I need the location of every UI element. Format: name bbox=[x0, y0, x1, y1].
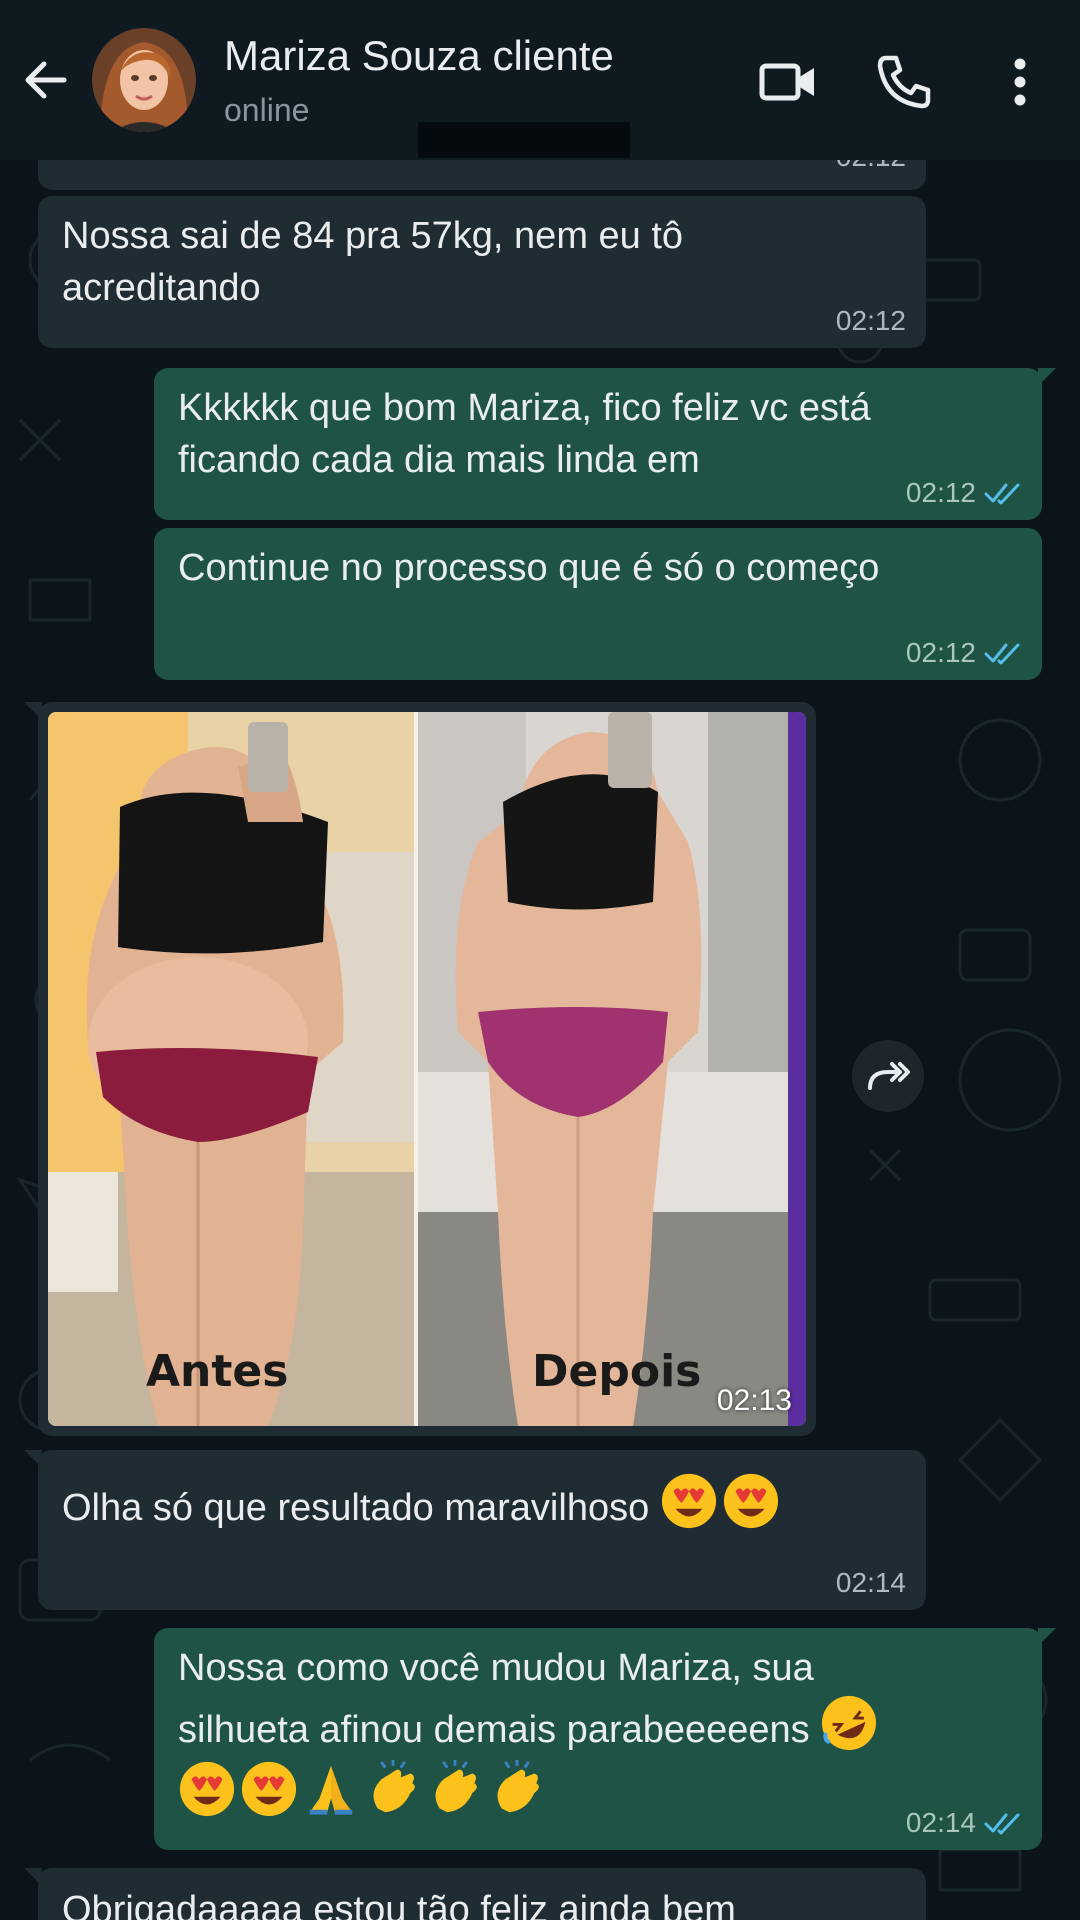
forward-icon bbox=[868, 1062, 910, 1090]
message-time: 02:14 bbox=[835, 1567, 906, 1598]
folded-hands-emoji-icon bbox=[309, 1765, 353, 1815]
back-arrow-icon bbox=[25, 61, 67, 99]
message-time: 02:14 bbox=[905, 1807, 976, 1838]
back-button[interactable] bbox=[18, 52, 74, 108]
bubble-tail bbox=[24, 702, 42, 720]
message-text: Nossa sai de 84 pra 57kg, nem eu tô acre… bbox=[62, 210, 902, 314]
contact-name[interactable]: Mariza Souza cliente bbox=[224, 32, 614, 80]
voice-call-button[interactable] bbox=[872, 50, 936, 114]
message-incoming-partial[interactable]: Obrigadaaaaa estou tão feliz ainda bem bbox=[24, 1868, 926, 1920]
redaction-bar bbox=[418, 122, 630, 158]
message-line: ficando cada dia mais linda em bbox=[178, 439, 700, 481]
heart-eyes-emoji-icon bbox=[241, 1761, 297, 1817]
bubble-tail bbox=[24, 1868, 42, 1886]
video-call-icon bbox=[759, 63, 814, 101]
read-ticks-icon bbox=[984, 483, 1020, 505]
bubble-tail bbox=[1038, 1628, 1056, 1646]
message-incoming[interactable]: Olha só que resultado maravilhoso 02:14 bbox=[24, 1450, 926, 1610]
message-line: Kkkkkk que bom Mariza, fico feliz vc est… bbox=[178, 387, 871, 429]
message-text: Continue no processo que é só o começo bbox=[178, 542, 1018, 594]
read-ticks-icon bbox=[984, 643, 1020, 665]
bubble-tail bbox=[24, 1450, 42, 1468]
message-text: Kkkkkk que bom Mariza, fico feliz vc est… bbox=[178, 382, 1018, 486]
message-text: Nossa como você mudou Mariza, sua silhue… bbox=[178, 1642, 1018, 1822]
video-call-button[interactable] bbox=[756, 50, 820, 114]
phone-icon bbox=[877, 55, 931, 109]
message-time: 02:12 bbox=[905, 637, 976, 668]
heart-eyes-emoji-icon bbox=[661, 1473, 716, 1529]
forward-button[interactable] bbox=[852, 1040, 924, 1112]
message-outgoing[interactable]: Continue no processo que é só o começo 0… bbox=[154, 528, 1042, 680]
contact-status: online bbox=[224, 92, 310, 128]
rofl-emoji-icon bbox=[822, 1695, 877, 1751]
before-after-photo[interactable]: Antes Depois 02:13 bbox=[48, 712, 806, 1426]
before-after-image bbox=[48, 712, 806, 1426]
message-time: 02:12 bbox=[835, 305, 906, 336]
heart-eyes-emoji-icon bbox=[723, 1473, 778, 1529]
clapping-hands-emoji-icon bbox=[373, 1760, 415, 1813]
message-line: acreditando bbox=[62, 267, 261, 309]
message-line: Olha só que resultado maravilhoso bbox=[62, 1487, 650, 1529]
message-line: Obrigadaaaaa estou tão feliz ainda bem bbox=[62, 1889, 736, 1920]
message-incoming-image[interactable]: Antes Depois 02:13 bbox=[24, 702, 816, 1436]
message-text: Olha só que resultado maravilhoso bbox=[62, 1464, 902, 1534]
message-outgoing[interactable]: Nossa como você mudou Mariza, sua silhue… bbox=[154, 1628, 1056, 1850]
bubble-tail bbox=[1038, 368, 1056, 386]
clapping-hands-emoji-icon bbox=[435, 1760, 477, 1813]
chat-screen: Mariza Souza cliente online 02:12 bbox=[0, 0, 1080, 1920]
after-label: Depois bbox=[532, 1346, 702, 1397]
message-line: silhueta afinou demais parabeeeeens bbox=[178, 1709, 810, 1751]
clapping-hands-emoji-icon bbox=[497, 1760, 539, 1813]
message-outgoing[interactable]: Kkkkkk que bom Mariza, fico feliz vc est… bbox=[154, 368, 1056, 520]
message-time: 02:12 bbox=[905, 477, 976, 508]
more-vert-icon bbox=[1014, 58, 1026, 106]
message-line: Nossa sai de 84 pra 57kg, nem eu tô bbox=[62, 215, 684, 257]
heart-eyes-emoji-icon bbox=[179, 1761, 235, 1817]
message-line: Continue no processo que é só o começo bbox=[178, 547, 880, 589]
contact-avatar[interactable] bbox=[92, 28, 196, 132]
before-label: Antes bbox=[146, 1346, 289, 1397]
message-line: Nossa como você mudou Mariza, sua bbox=[178, 1647, 814, 1689]
read-ticks-icon bbox=[984, 1813, 1020, 1835]
message-incoming[interactable]: Nossa sai de 84 pra 57kg, nem eu tô acre… bbox=[38, 196, 926, 348]
more-options-button[interactable] bbox=[990, 50, 1050, 114]
message-time: 02:13 bbox=[716, 1384, 792, 1417]
